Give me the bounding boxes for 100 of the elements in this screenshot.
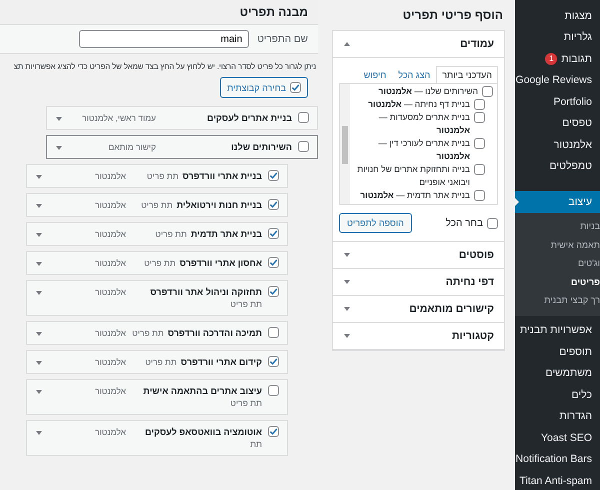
page-option: בניית אתרים לעורכי דין — אלמנטור <box>354 137 470 163</box>
menu-item[interactable]: אוטומציה בוואטסאפ לעסקים תת אלמנטור <box>26 420 288 456</box>
menu-item[interactable]: בניית אתרים לעסקים עמוד ראשי, אלמנטור <box>46 106 318 130</box>
sidebar-item[interactable]: Google Reviews <box>515 70 600 91</box>
item-title: אחסון אתרי וורדפרס <box>180 257 262 269</box>
menu-item[interactable]: עיצוב אתרים בהתאמה אישית תת פריט אלמנטור <box>26 379 288 415</box>
menu-item[interactable]: בניית אתרי וורדפרס תת פריט אלמנטור <box>26 164 288 188</box>
item-type: עמוד ראשי, אלמנטור <box>81 112 156 124</box>
sidebar-item[interactable]: Yoast SEO <box>515 427 600 448</box>
item-type: אלמנטור <box>94 257 126 269</box>
checkbox[interactable] <box>268 199 279 210</box>
item-title: בניית חנות וירטואלית <box>176 199 262 211</box>
bulk-select-button[interactable]: בחירה קבוצתית <box>220 77 308 98</box>
sidebar-item[interactable]: Notification Bars <box>515 448 600 470</box>
checkbox[interactable] <box>474 112 485 123</box>
item-title: בניית אתר תדמית <box>190 228 262 240</box>
scrollbar[interactable] <box>340 84 350 204</box>
item-type: אלמנטור <box>94 199 126 211</box>
caret-icon[interactable] <box>35 173 43 181</box>
caret-icon[interactable] <box>35 231 43 239</box>
accordion-header[interactable]: קישורים מותאמים <box>333 296 504 322</box>
item-type: אלמנטור <box>94 286 126 298</box>
item-sublabel: תת פריט <box>141 199 173 211</box>
checkbox[interactable] <box>268 385 279 396</box>
checkbox[interactable] <box>290 82 301 93</box>
tab[interactable]: הצג הכל <box>392 66 436 83</box>
sidebar-item[interactable]: אלמנטור <box>515 134 600 156</box>
item-type: אלמנטור <box>94 327 126 339</box>
field-label: שם התפריט <box>257 34 308 44</box>
item-title: עיצוב אתרים בהתאמה אישית <box>143 385 262 397</box>
menu-item[interactable]: בניית חנות וירטואלית תת פריט אלמנטור <box>26 193 288 217</box>
checkbox[interactable] <box>474 190 485 201</box>
checkbox[interactable] <box>268 356 279 367</box>
sidebar-item[interactable]: הגדרות <box>515 406 600 427</box>
checkbox[interactable] <box>268 170 279 181</box>
caret-icon[interactable] <box>35 359 43 367</box>
checkbox[interactable] <box>487 218 498 228</box>
menu-item[interactable]: תחזוקה וניהול אתר וורדפרס תת פריט אלמנטור <box>26 280 288 316</box>
checkbox[interactable] <box>298 141 309 152</box>
caret-icon[interactable] <box>35 202 43 210</box>
menu-item[interactable]: בניית אתר תדמית תת פריט אלמנטור <box>26 222 288 246</box>
menu-item[interactable]: השירותים שלנו קישור מותאם <box>46 135 318 159</box>
item-sublabel: תת פריט <box>145 356 177 368</box>
checkbox[interactable] <box>268 327 279 338</box>
sidebar-item[interactable]: משתמשים <box>515 362 600 384</box>
accordion-header[interactable]: דפי נחיתה <box>333 269 504 295</box>
menu-item[interactable]: אחסון אתרי וורדפרס תת פריט אלמנטור <box>26 251 288 275</box>
sidebar-item[interactable]: Titan Anti-spam <box>515 470 600 490</box>
item-type: אלמנטור <box>94 385 126 397</box>
caret-icon[interactable] <box>55 144 63 152</box>
caret-icon[interactable] <box>35 289 43 297</box>
caret-icon[interactable] <box>35 330 43 338</box>
menu-name-field[interactable]: main <box>79 30 250 48</box>
checkbox[interactable] <box>482 86 493 97</box>
caret-icon[interactable] <box>55 115 63 123</box>
submenu-item[interactable]: תאמה אישית <box>515 236 600 254</box>
submenu-item[interactable]: וג'טים <box>515 254 600 272</box>
checkbox[interactable] <box>298 112 309 123</box>
page-option: בניית אתר תדמית — אלמנטור <box>360 189 470 202</box>
accordion-header[interactable]: קטגוריות <box>333 323 504 349</box>
caret-icon[interactable] <box>35 260 43 268</box>
tab[interactable]: העדכני ביותר <box>436 66 498 83</box>
caret-icon[interactable] <box>35 429 43 437</box>
tab[interactable]: חיפוש <box>358 66 392 83</box>
item-sublabel: תת פריט <box>230 298 262 310</box>
submenu-item[interactable]: רך קבצי תבנית <box>515 291 600 310</box>
checkbox[interactable] <box>268 228 279 239</box>
menu-item[interactable]: קידום אתרי וורדפרס תת פריט אלמנטור <box>26 350 288 374</box>
submenu-item[interactable]: פריטים <box>515 272 600 291</box>
panel-title: הוסף פריטי תפריט <box>402 8 503 22</box>
accordion-header[interactable]: עמודים <box>333 31 504 57</box>
sidebar-item[interactable]: תוספים <box>515 341 600 362</box>
sidebar-item[interactable]: מצגות <box>515 5 600 26</box>
caret-icon[interactable] <box>35 388 43 396</box>
sidebar-item[interactable]: אפשרויות תבנית <box>515 320 600 341</box>
item-type: קישור מותאם <box>107 141 156 153</box>
item-type: אלמנטור <box>94 228 126 240</box>
checkbox[interactable] <box>268 426 279 437</box>
page-option: בנייה ותחזוקת אתרים של חנויות ויבואני אופניים <box>354 163 470 189</box>
item-title: תחזוקה וניהול אתר וורדפרס <box>150 286 262 298</box>
add-to-menu-button[interactable]: הוספה לתפריט <box>339 213 412 233</box>
sidebar-item[interactable]: Portfolio <box>515 91 600 112</box>
item-sublabel: תת פריט <box>230 397 262 409</box>
sidebar-item[interactable]: כלים <box>515 384 600 406</box>
item-sublabel: תת פריט <box>132 327 164 339</box>
accordion-header[interactable]: פוסטים <box>333 242 504 268</box>
checkbox[interactable] <box>474 99 485 110</box>
menu-item[interactable]: תמיכה והדרכה וורדפרס תת פריט אלמנטור <box>26 321 288 345</box>
submenu-item[interactable]: בניות <box>515 217 600 236</box>
sidebar-item[interactable]: עיצוב <box>515 191 600 213</box>
item-title: השירותים שלנו <box>231 141 292 153</box>
item-sublabel: תת פריט <box>155 228 187 240</box>
sidebar-item[interactable]: טמפלטים <box>515 156 600 177</box>
sidebar-item[interactable]: גלריות <box>515 26 600 48</box>
item-title: קידום אתרי וורדפרס <box>180 356 262 368</box>
checkbox[interactable] <box>268 286 279 297</box>
checkbox[interactable] <box>268 257 279 268</box>
checkbox[interactable] <box>474 138 485 149</box>
sidebar-item[interactable]: טפסים <box>515 112 600 134</box>
checkbox[interactable] <box>474 164 485 175</box>
